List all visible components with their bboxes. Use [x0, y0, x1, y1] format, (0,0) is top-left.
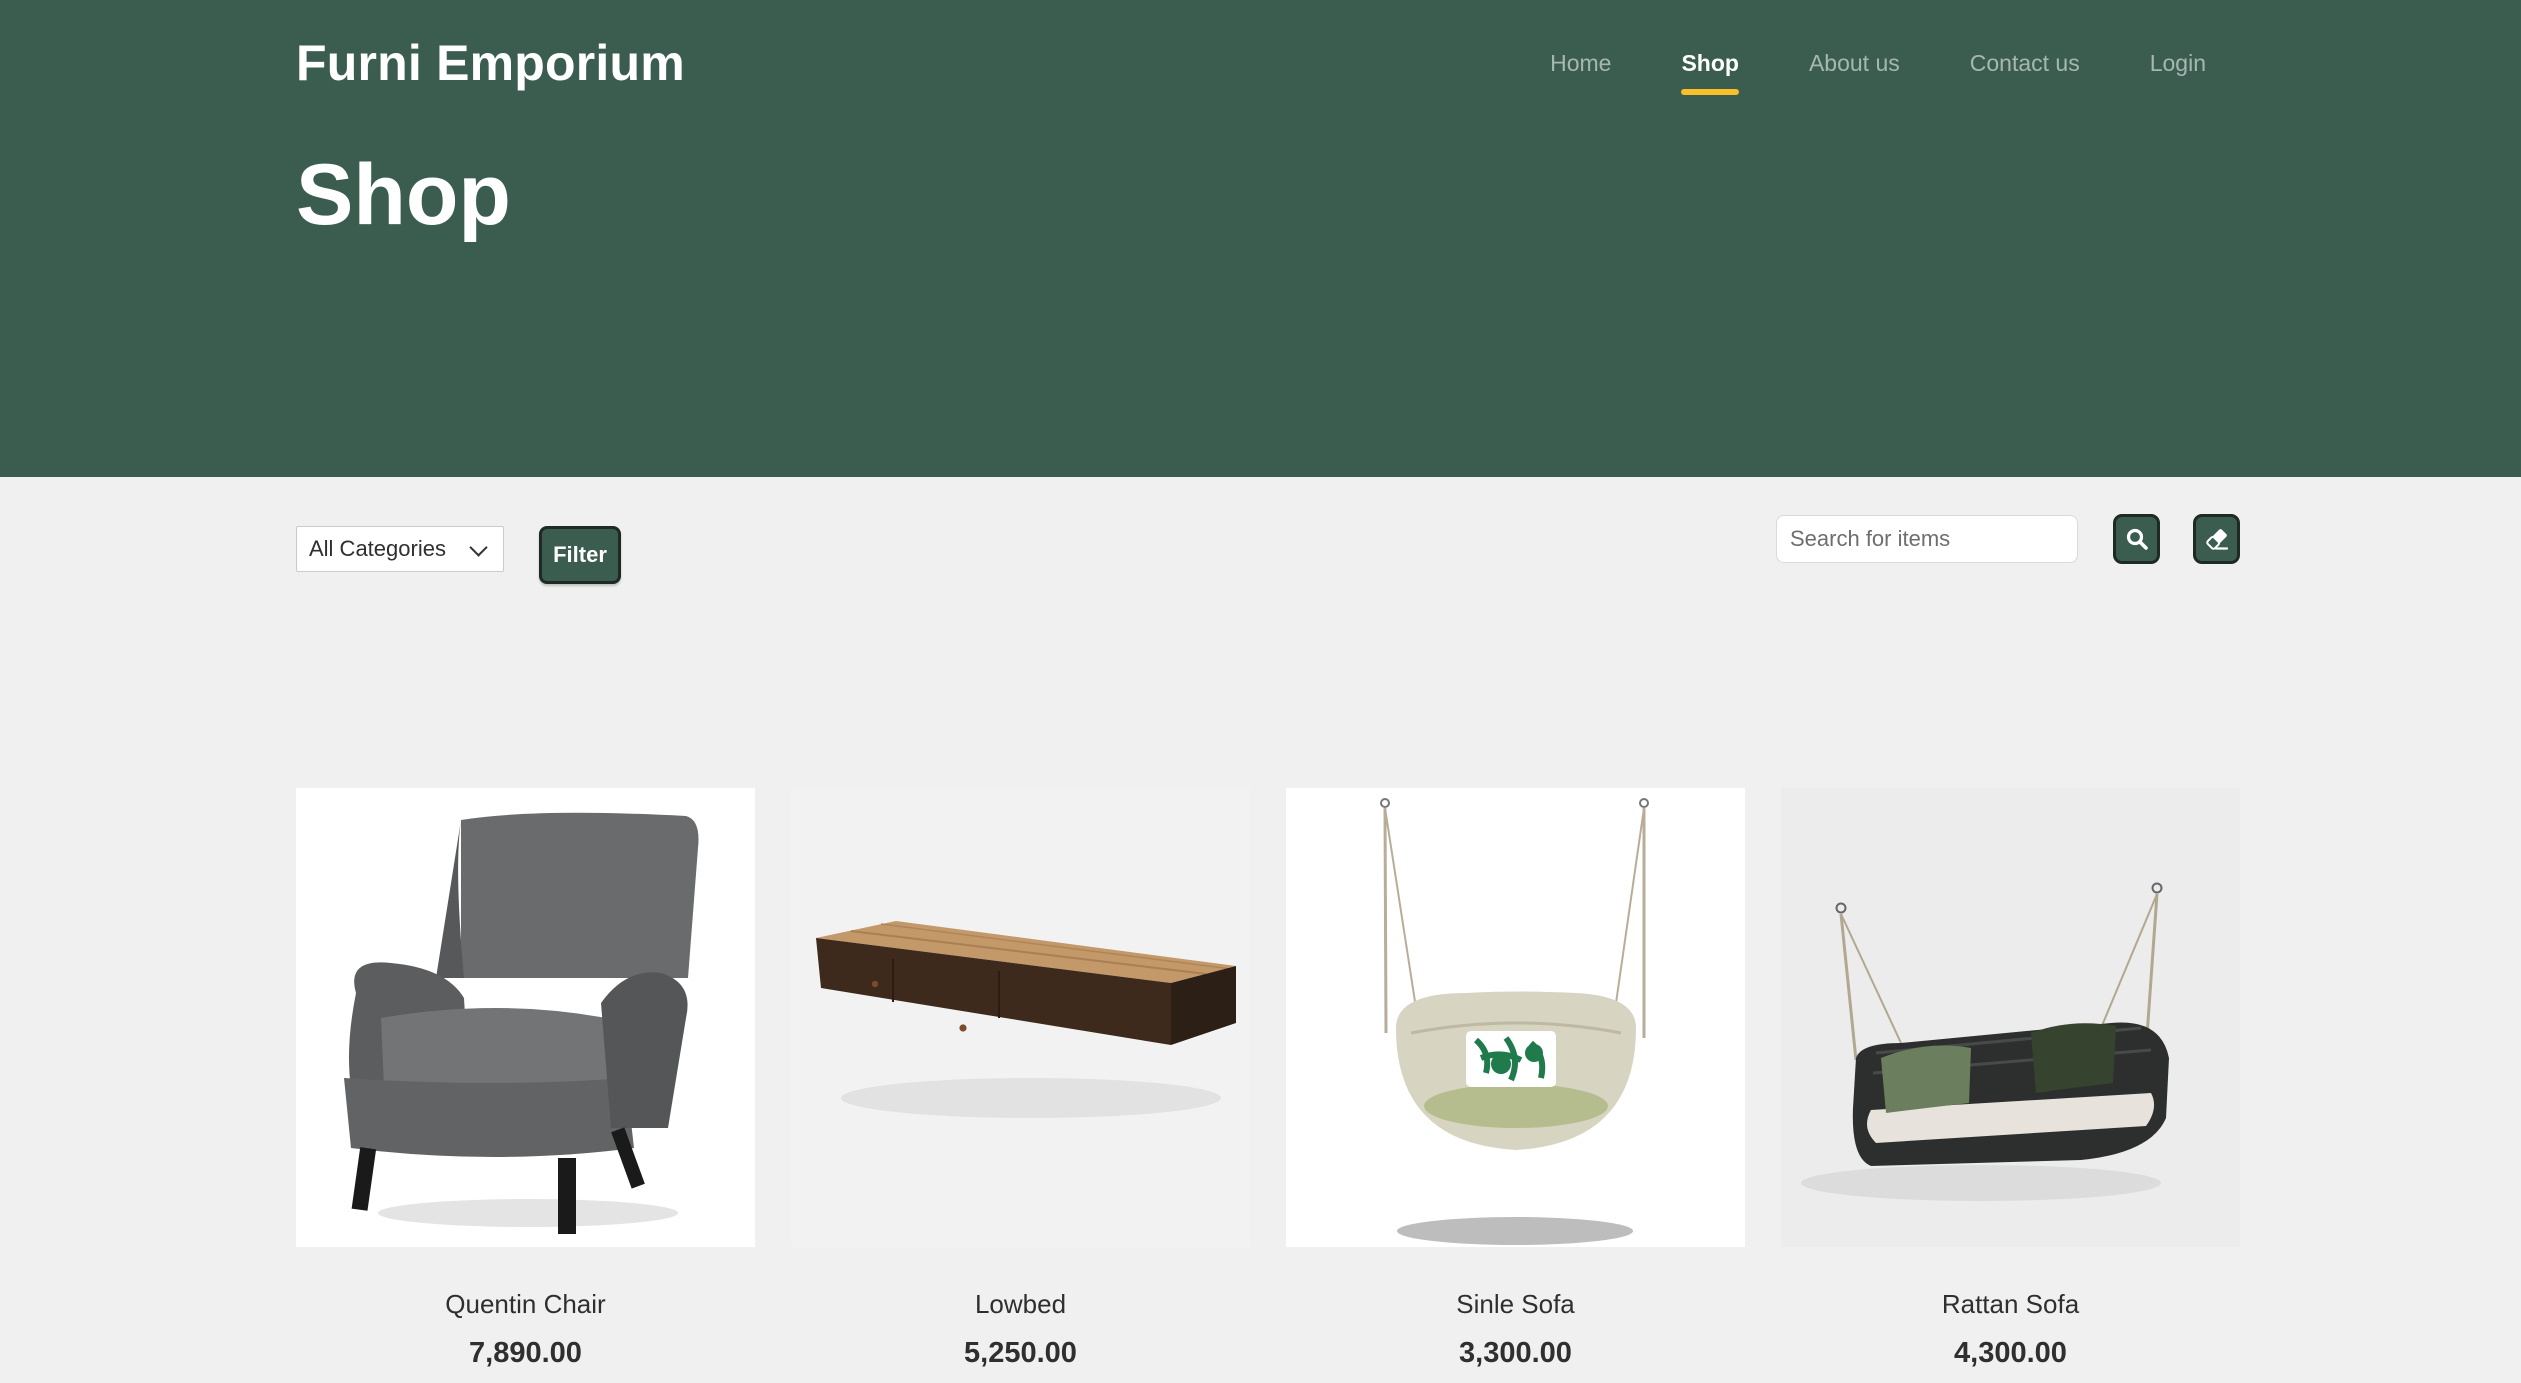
rattan-swing-sofa-illustration: [1801, 882, 2169, 1201]
product-card[interactable]: Quentin Chair 7,890.00: [296, 788, 755, 1370]
product-price: 4,300.00: [1954, 1337, 2067, 1369]
product-card[interactable]: Lowbed 5,250.00: [791, 788, 1250, 1370]
nav-item-shop[interactable]: Shop: [1681, 50, 1739, 95]
site-header: Furni Emporium Home Shop About us Contac…: [0, 0, 2521, 477]
filter-button[interactable]: Filter: [539, 526, 621, 584]
category-select[interactable]: All Categories: [296, 526, 504, 572]
search-button[interactable]: [2113, 514, 2160, 564]
product-image[interactable]: [1286, 788, 1745, 1247]
product-card[interactable]: Rattan Sofa 4,300.00: [1781, 788, 2240, 1370]
nav-item-home[interactable]: Home: [1550, 50, 1611, 77]
product-name: Sinle Sofa: [1456, 1289, 1575, 1319]
nav-item-shop-label: Shop: [1681, 50, 1739, 76]
main-nav: Home Shop About us Contact us Login: [1550, 50, 2206, 95]
product-card[interactable]: Sinle Sofa 3,300.00: [1286, 788, 1745, 1370]
search-input[interactable]: [1776, 515, 2078, 563]
lowbed-illustration: [816, 921, 1236, 1118]
product-image[interactable]: [1781, 788, 2240, 1247]
product-image[interactable]: [791, 788, 1250, 1247]
nav-item-login[interactable]: Login: [2150, 50, 2206, 77]
product-image[interactable]: [296, 788, 755, 1247]
active-nav-indicator: [1681, 89, 1739, 95]
page-title: Shop: [296, 147, 511, 243]
eraser-icon: [2205, 529, 2228, 550]
nav-item-about[interactable]: About us: [1809, 50, 1900, 77]
armchair-illustration: [344, 812, 699, 1234]
clear-search-button[interactable]: [2193, 514, 2240, 564]
product-name: Quentin Chair: [445, 1289, 606, 1319]
swing-chair-illustration: [1380, 798, 1649, 1245]
category-select-value: All Categories: [309, 536, 446, 561]
brand-logo[interactable]: Furni Emporium: [296, 34, 685, 92]
chevron-down-icon: [469, 538, 488, 557]
product-price: 7,890.00: [469, 1337, 582, 1369]
product-name: Rattan Sofa: [1941, 1289, 2080, 1319]
product-name: Lowbed: [974, 1289, 1067, 1319]
search-icon: [2126, 528, 2148, 550]
product-price: 5,250.00: [964, 1337, 1077, 1369]
product-price: 3,300.00: [1459, 1337, 1572, 1369]
nav-item-contact[interactable]: Contact us: [1970, 50, 2080, 77]
